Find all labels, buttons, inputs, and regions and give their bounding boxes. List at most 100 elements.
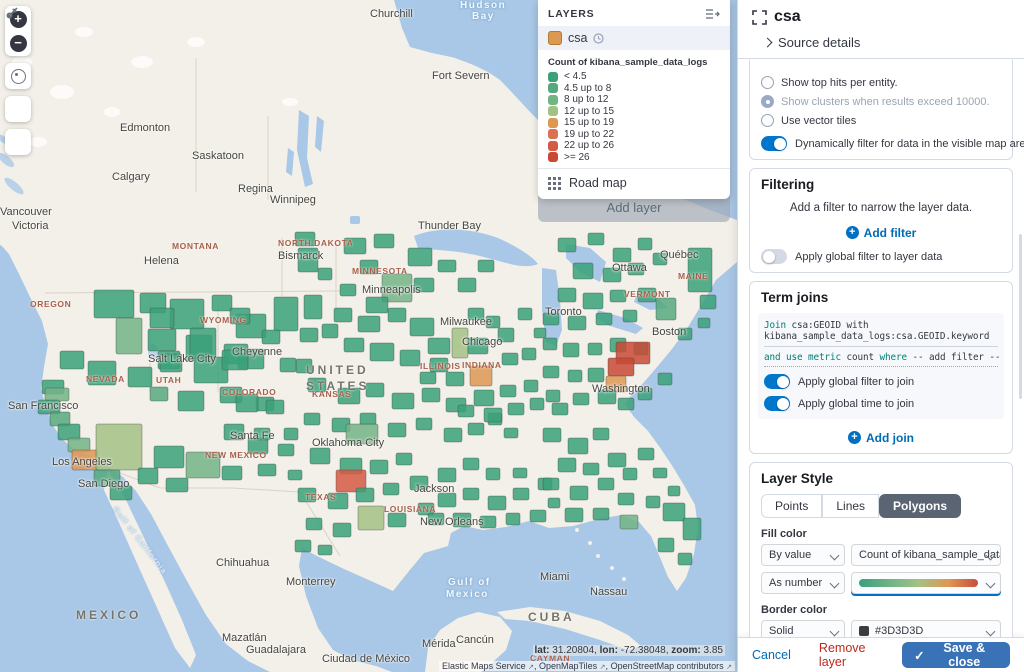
csa-region[interactable] <box>518 308 532 320</box>
csa-region[interactable] <box>463 458 479 470</box>
add-filter-button[interactable]: + Add filter <box>846 226 917 240</box>
csa-region[interactable] <box>190 328 216 358</box>
csa-region[interactable] <box>400 350 420 366</box>
save-close-button[interactable]: ✓ Save & close <box>902 642 1010 668</box>
csa-region[interactable] <box>653 468 667 478</box>
csa-region[interactable] <box>658 373 672 385</box>
csa-region[interactable] <box>222 466 242 480</box>
border-color-select[interactable]: #3D3D3D <box>851 620 1001 637</box>
csa-region[interactable] <box>598 390 616 404</box>
csa-region[interactable] <box>88 361 116 385</box>
layer-row-roadmap[interactable]: Road map <box>538 169 730 199</box>
csa-region[interactable] <box>548 498 560 508</box>
csa-region[interactable] <box>116 318 142 354</box>
csa-region[interactable] <box>608 453 626 467</box>
measure-button[interactable] <box>8 99 28 119</box>
csa-region[interactable] <box>186 452 220 478</box>
radio-button[interactable] <box>761 76 774 89</box>
map-attribution[interactable]: Elastic Maps Service ↗, OpenMapTiles ↗, … <box>439 661 735 671</box>
csa-region[interactable] <box>546 390 560 402</box>
csa-region[interactable] <box>254 428 270 440</box>
csa-region[interactable] <box>296 359 312 373</box>
csa-region[interactable] <box>308 378 326 392</box>
global-filter-toggle[interactable] <box>761 249 787 264</box>
csa-region[interactable] <box>410 476 428 490</box>
join-expression[interactable]: Join csa:GEOID with kibana_sample_data_l… <box>758 313 1004 419</box>
csa-region[interactable] <box>653 253 667 265</box>
csa-region[interactable] <box>356 488 374 502</box>
csa-region[interactable] <box>318 268 332 280</box>
tab-lines[interactable]: Lines <box>822 494 879 518</box>
csa-region[interactable] <box>570 486 588 500</box>
add-join-button[interactable]: + Add join <box>848 431 914 445</box>
csa-region[interactable] <box>392 393 414 409</box>
csa-region[interactable] <box>608 358 634 376</box>
csa-region[interactable] <box>383 483 399 495</box>
csa-region[interactable] <box>344 338 364 352</box>
csa-region[interactable] <box>96 424 142 470</box>
csa-region[interactable] <box>150 308 174 328</box>
csa-region[interactable] <box>688 248 712 292</box>
csa-region[interactable] <box>504 428 518 438</box>
csa-region[interactable] <box>613 248 631 262</box>
csa-region[interactable] <box>370 343 394 361</box>
csa-region[interactable] <box>478 260 494 272</box>
set-view-button[interactable] <box>8 66 28 86</box>
csa-region[interactable] <box>563 343 579 357</box>
csa-region[interactable] <box>452 328 468 358</box>
csa-region[interactable] <box>678 553 692 565</box>
csa-region[interactable] <box>530 398 544 410</box>
tools-button[interactable] <box>8 132 28 152</box>
csa-region[interactable] <box>446 372 464 386</box>
csa-region[interactable] <box>663 503 685 521</box>
csa-region[interactable] <box>596 313 612 325</box>
csa-region[interactable] <box>166 478 188 492</box>
csa-region[interactable] <box>154 446 184 468</box>
attribution-link[interactable]: OpenStreetMap contributors ↗ <box>611 661 732 671</box>
csa-region[interactable] <box>178 391 204 411</box>
csa-region[interactable] <box>344 238 366 254</box>
csa-region[interactable] <box>150 387 168 401</box>
csa-region[interactable] <box>488 496 506 510</box>
csa-region[interactable] <box>543 313 559 325</box>
csa-region[interactable] <box>338 388 360 404</box>
color-ramp-select[interactable] <box>851 572 1001 594</box>
csa-region[interactable] <box>513 488 529 500</box>
csa-region[interactable] <box>430 358 448 372</box>
cancel-button[interactable]: Cancel <box>752 648 791 662</box>
csa-region[interactable] <box>508 403 524 415</box>
csa-region[interactable] <box>628 263 644 275</box>
csa-region[interactable] <box>410 318 434 336</box>
tab-points[interactable]: Points <box>761 494 822 518</box>
attribution-link[interactable]: OpenMapTiles ↗, <box>539 661 611 671</box>
csa-region[interactable] <box>388 423 406 437</box>
csa-region[interactable] <box>334 308 352 322</box>
csa-region[interactable] <box>45 388 69 401</box>
attribution-link[interactable]: Elastic Maps Service ↗, <box>442 661 539 671</box>
csa-region[interactable] <box>568 438 588 454</box>
csa-region[interactable] <box>170 299 204 329</box>
csa-region[interactable] <box>366 383 384 397</box>
csa-region[interactable] <box>573 263 593 279</box>
csa-region[interactable] <box>230 308 250 324</box>
csa-region[interactable] <box>388 308 406 322</box>
csa-region[interactable] <box>366 297 388 313</box>
csa-region[interactable] <box>638 448 654 460</box>
csa-region[interactable] <box>428 338 450 354</box>
csa-region[interactable] <box>638 388 652 400</box>
csa-region[interactable] <box>438 260 456 272</box>
csa-region[interactable] <box>543 428 561 442</box>
border-mode-select[interactable]: Solid <box>761 620 845 637</box>
csa-region[interactable] <box>370 460 388 474</box>
csa-region[interactable] <box>593 508 609 520</box>
csa-region[interactable] <box>603 268 621 282</box>
csa-region[interactable] <box>306 518 322 530</box>
csa-region[interactable] <box>598 478 614 490</box>
csa-region[interactable] <box>543 478 559 490</box>
csa-region[interactable] <box>498 328 514 342</box>
csa-region[interactable] <box>486 316 500 328</box>
csa-region[interactable] <box>388 513 406 527</box>
csa-region[interactable] <box>506 513 520 525</box>
csa-region[interactable] <box>588 368 604 382</box>
fill-as-select[interactable]: As number <box>761 572 845 594</box>
